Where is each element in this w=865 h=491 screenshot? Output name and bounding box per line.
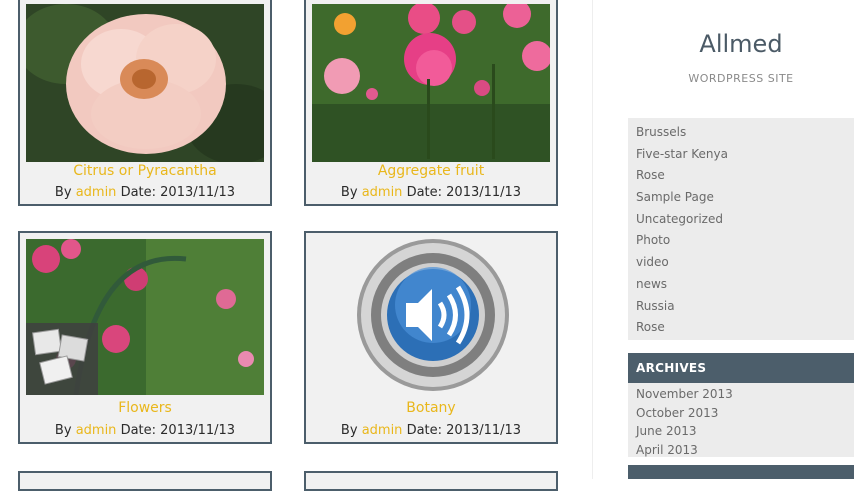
archive-list: November 2013 October 2013 June 2013 Apr… xyxy=(628,383,854,461)
category-link[interactable]: Russia xyxy=(636,296,846,318)
by-label: By xyxy=(54,423,72,438)
post-card-partial xyxy=(18,471,272,491)
category-link[interactable]: Five-star Kenya xyxy=(636,144,846,166)
category-link[interactable]: Uncategorized xyxy=(636,209,846,231)
post-card: Flowers By admin Date: 2013/11/13 xyxy=(18,231,272,444)
post-card: Citrus or Pyracantha By admin Date: 2013… xyxy=(18,0,272,206)
post-meta: By admin Date: 2013/11/13 xyxy=(306,423,556,438)
post-card-partial xyxy=(304,471,558,491)
post-thumbnail-speaker[interactable] xyxy=(312,239,550,395)
by-label: By xyxy=(340,423,358,438)
author-link[interactable]: admin xyxy=(362,185,403,200)
category-link[interactable]: news xyxy=(636,274,846,296)
post-meta: By admin Date: 2013/11/13 xyxy=(20,423,270,438)
archives-widget: November 2013 October 2013 June 2013 Apr… xyxy=(628,383,854,457)
post-date: Date: 2013/11/13 xyxy=(120,185,236,200)
post-meta: By admin Date: 2013/11/13 xyxy=(306,185,556,200)
author-link[interactable]: admin xyxy=(76,423,117,438)
post-card: Botany By admin Date: 2013/11/13 xyxy=(304,231,558,444)
archive-link[interactable]: April 2013 xyxy=(636,441,846,460)
archive-link[interactable]: October 2013 xyxy=(636,404,846,423)
speaker-icon xyxy=(312,239,550,395)
post-date: Date: 2013/11/13 xyxy=(406,185,522,200)
post-meta: By admin Date: 2013/11/13 xyxy=(20,185,270,200)
category-link[interactable]: Brussels xyxy=(636,122,846,144)
site-title[interactable]: Allmed xyxy=(628,30,854,58)
post-title[interactable]: Aggregate fruit xyxy=(306,163,556,179)
post-title[interactable]: Botany xyxy=(306,400,556,416)
archive-link[interactable]: November 2013 xyxy=(636,385,846,404)
author-link[interactable]: admin xyxy=(76,185,117,200)
post-title[interactable]: Citrus or Pyracantha xyxy=(20,163,270,179)
archives-heading: ARCHIVES xyxy=(628,353,854,383)
post-card: Aggregate fruit By admin Date: 2013/11/1… xyxy=(304,0,558,206)
category-link[interactable]: Rose xyxy=(636,165,846,187)
category-link[interactable]: Photo xyxy=(636,230,846,252)
sidebar-divider xyxy=(592,0,593,479)
category-list: Brussels Five-star Kenya Rose Sample Pag… xyxy=(628,118,854,343)
author-link[interactable]: admin xyxy=(362,423,403,438)
by-label: By xyxy=(340,185,358,200)
site-tagline: WORDPRESS SITE xyxy=(688,72,794,85)
post-thumbnail-rose-arch[interactable] xyxy=(26,239,264,395)
post-title[interactable]: Flowers xyxy=(20,400,270,416)
categories-widget: Brussels Five-star Kenya Rose Sample Pag… xyxy=(628,118,854,340)
post-thumbnail-rose[interactable] xyxy=(26,4,264,162)
category-link[interactable]: video xyxy=(636,252,846,274)
next-widget-heading xyxy=(628,465,854,479)
post-date: Date: 2013/11/13 xyxy=(120,423,236,438)
category-link[interactable]: Sample Page xyxy=(636,187,846,209)
category-link[interactable]: Rose xyxy=(636,317,846,339)
post-date: Date: 2013/11/13 xyxy=(406,423,522,438)
by-label: By xyxy=(54,185,72,200)
post-thumbnail-garden-roses[interactable] xyxy=(312,4,550,162)
archive-link[interactable]: June 2013 xyxy=(636,422,846,441)
